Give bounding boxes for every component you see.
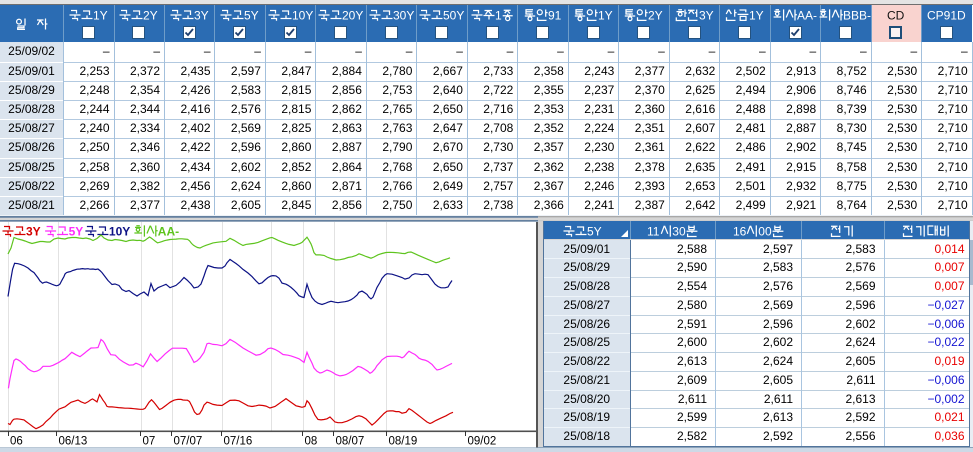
svg-text:CD: CD [887,9,905,23]
svg-text:2Y: 2Y [648,9,663,23]
svg-text:3Y: 3Y [26,225,41,239]
svg-text:06: 06 [10,436,23,448]
svg-text:08/19: 08/19 [389,436,418,448]
svg-text:10Y: 10Y [109,225,130,239]
svg-text:5Y: 5Y [244,9,259,23]
svg-text:AA-: AA- [797,9,817,23]
svg-text:1Y: 1Y [93,9,108,23]
svg-text:3Y: 3Y [699,9,714,23]
svg-text:2Y: 2Y [143,9,158,23]
svg-text:1: 1 [495,9,502,23]
svg-text:16: 16 [733,224,747,238]
svg-text:91: 91 [548,9,562,23]
svg-text:1Y: 1Y [598,9,613,23]
svg-text:30: 30 [672,224,686,238]
svg-text:07/07: 07/07 [174,436,203,448]
svg-text:30Y: 30Y [393,9,414,23]
svg-text:5Y: 5Y [69,225,84,239]
svg-text:BBB-: BBB- [843,9,871,23]
svg-text:10Y: 10Y [292,9,313,23]
svg-text:00: 00 [758,224,772,238]
svg-text:08: 08 [305,436,318,448]
svg-text:CP91D: CP91D [927,9,966,23]
svg-text:11: 11 [647,224,660,238]
svg-text:08/07: 08/07 [336,436,365,448]
svg-text:09/02: 09/02 [468,436,497,448]
svg-text:06/13: 06/13 [59,436,88,448]
svg-text:3Y: 3Y [194,9,209,23]
svg-text:AA-: AA- [158,225,179,239]
svg-text:5Y: 5Y [587,224,602,238]
svg-text:07/16: 07/16 [224,436,253,448]
svg-text:20Y: 20Y [342,9,363,23]
svg-text:1Y: 1Y [749,9,764,23]
svg-text:07: 07 [143,436,156,448]
svg-text:50Y: 50Y [443,9,464,23]
